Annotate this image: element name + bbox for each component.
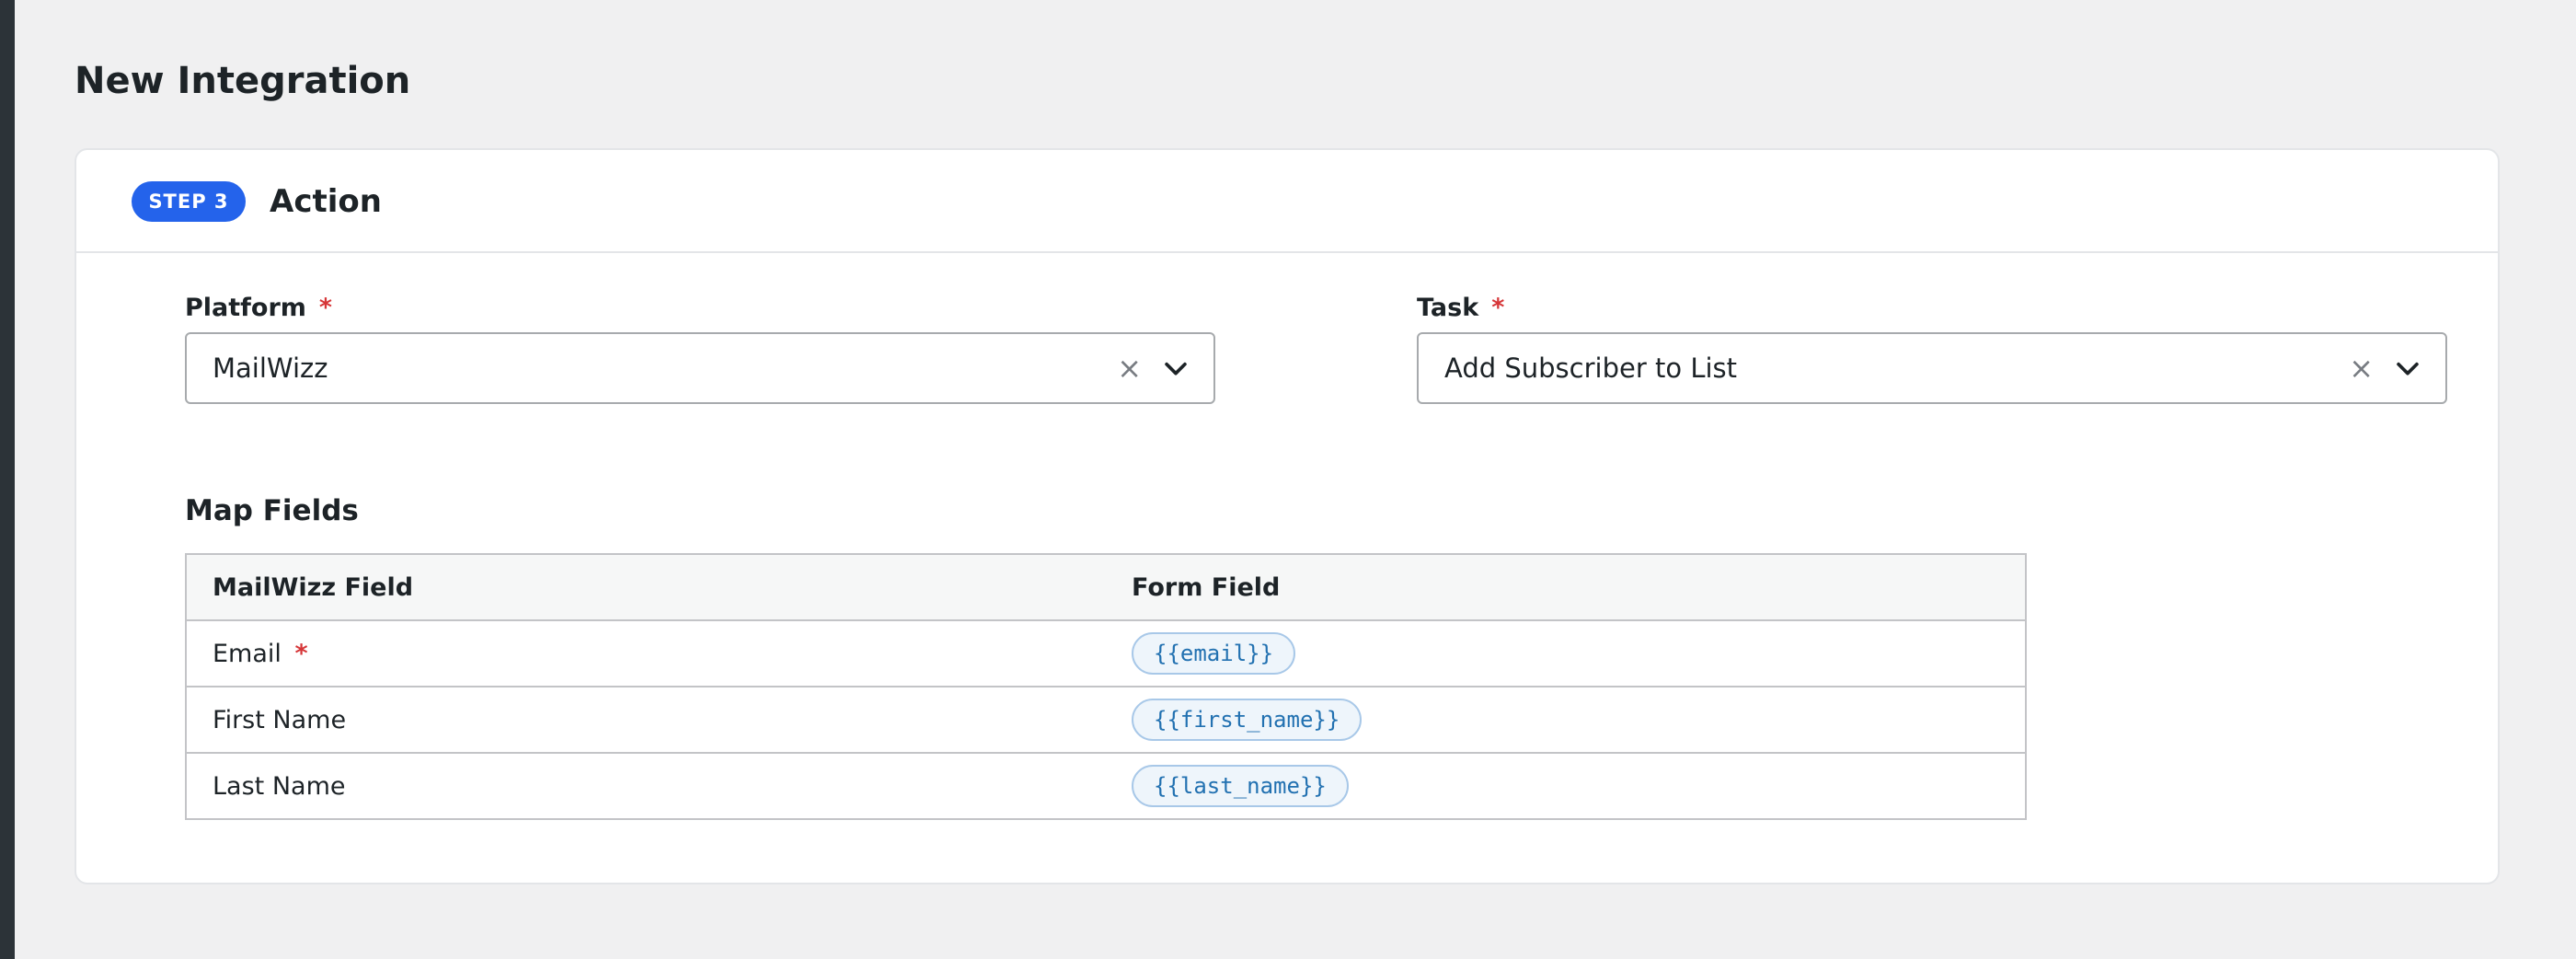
field-name: Email xyxy=(213,639,282,668)
table-row: First Name {{first_name}} xyxy=(186,687,2026,754)
required-mark: * xyxy=(1491,294,1505,322)
table-row: Last Name {{last_name}} xyxy=(186,753,2026,820)
mailwizz-field-cell: First Name xyxy=(186,687,1106,754)
platform-label: Platform * xyxy=(185,292,332,325)
task-label: Task * xyxy=(1417,292,1504,325)
map-fields-title: Map Fields xyxy=(185,494,359,527)
page-title: New Integration xyxy=(75,60,411,102)
field-name: Last Name xyxy=(213,771,346,801)
task-select[interactable]: Add Subscriber to List × xyxy=(1417,332,2447,404)
form-field-cell: {{first_name}} xyxy=(1106,687,2026,754)
table-row: Email * {{email}} xyxy=(186,620,2026,687)
chevron-down-icon[interactable] xyxy=(2392,352,2423,384)
field-name: First Name xyxy=(213,705,347,734)
form-field-cell: {{last_name}} xyxy=(1106,753,2026,820)
map-fields-table: MailWizz Field Form Field Email * {{emai… xyxy=(185,553,2027,820)
close-icon[interactable]: × xyxy=(2349,334,2374,402)
chevron-down-icon[interactable] xyxy=(1160,352,1191,384)
platform-label-text: Platform xyxy=(185,294,306,322)
column-header-form-field: Form Field xyxy=(1106,554,2026,621)
form-field-cell: {{email}} xyxy=(1106,620,2026,687)
platform-select[interactable]: MailWizz × xyxy=(185,332,1215,404)
required-mark: * xyxy=(318,294,333,322)
task-value: Add Subscriber to List xyxy=(1444,352,1738,384)
merge-tag-token[interactable]: {{first_name}} xyxy=(1132,699,1363,741)
platform-value: MailWizz xyxy=(213,352,328,384)
merge-tag-token[interactable]: {{email}} xyxy=(1132,632,1296,675)
table-header-row: MailWizz Field Form Field xyxy=(186,554,2026,621)
step-title: Action xyxy=(270,183,382,220)
admin-sidebar-edge xyxy=(0,0,15,959)
task-label-text: Task xyxy=(1417,294,1479,322)
required-mark: * xyxy=(294,639,308,668)
column-header-mailwizz-field: MailWizz Field xyxy=(186,554,1106,621)
mailwizz-field-cell: Last Name xyxy=(186,753,1106,820)
card-header: STEP 3 Action xyxy=(76,150,2498,253)
mailwizz-field-cell: Email * xyxy=(186,620,1106,687)
merge-tag-token[interactable]: {{last_name}} xyxy=(1132,765,1349,807)
page: New Integration STEP 3 Action Platform * … xyxy=(15,0,2576,959)
close-icon[interactable]: × xyxy=(1117,334,1142,402)
integration-step-card: STEP 3 Action Platform * MailWizz × Task *… xyxy=(75,148,2500,884)
step-badge: STEP 3 xyxy=(132,181,246,222)
